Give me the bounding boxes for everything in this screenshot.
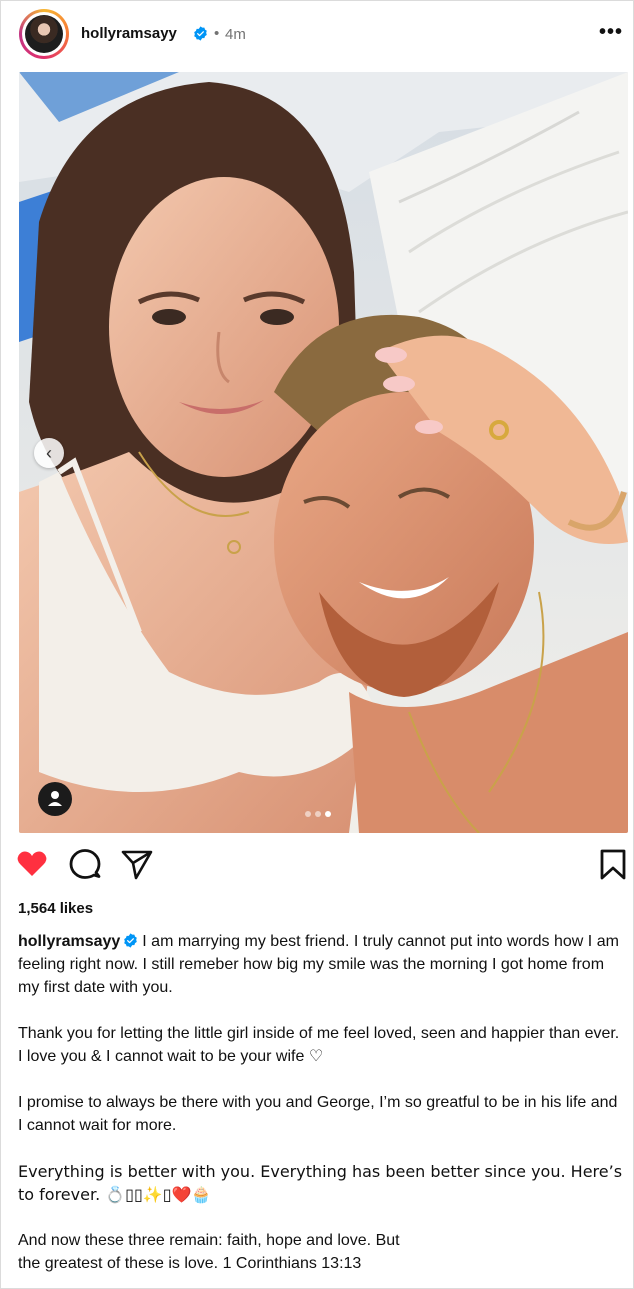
carousel-dot	[305, 811, 311, 817]
post-card: hollyramsayy • 4m ••• ‹ 1,564 likes holl…	[0, 0, 634, 1289]
username-link[interactable]: hollyramsayy	[81, 25, 177, 42]
caption-paragraph: Thank you for letting the little girl in…	[18, 1025, 620, 1065]
like-count[interactable]: 1,564 likes	[18, 900, 93, 917]
separator-dot: •	[214, 25, 220, 42]
heart-icon[interactable]	[15, 847, 49, 881]
caption-line: And now these three remain: faith, hope …	[18, 1232, 400, 1249]
comment-icon[interactable]	[68, 847, 102, 881]
caption-paragraph: hollyramsayy I am marrying my best friend…	[18, 930, 624, 999]
caption-paragraph: Everything is better with you. Everythin…	[18, 1162, 623, 1204]
verified-badge-icon	[194, 26, 207, 41]
carousel-indicator	[305, 804, 345, 817]
avatar[interactable]	[19, 9, 69, 59]
caption-username[interactable]: hollyramsayy	[18, 933, 120, 950]
verified-badge-icon	[124, 933, 138, 948]
avatar-photo	[25, 15, 63, 53]
user-tag-icon	[48, 791, 62, 806]
carousel-prev-button[interactable]: ‹	[34, 438, 64, 468]
post-header: hollyramsayy • 4m •••	[1, 1, 633, 67]
caption-paragraph: And now these three remain: faith, hope …	[18, 1229, 624, 1275]
post-photo	[19, 72, 628, 833]
caption-line: the greatest of these is love. 1 Corinth…	[18, 1255, 362, 1272]
carousel-dot	[315, 811, 321, 817]
post-timestamp[interactable]: 4m	[225, 26, 246, 43]
action-bar	[1, 847, 633, 887]
avatar-image	[22, 12, 66, 56]
caption-paragraph: I promise to always be there with you an…	[18, 1094, 618, 1134]
tagged-users-button[interactable]	[38, 782, 72, 816]
carousel-dot-active	[325, 811, 331, 817]
post-caption: hollyramsayy I am marrying my best friend…	[18, 930, 624, 1275]
more-options-icon[interactable]: •••	[599, 22, 627, 45]
bookmark-icon[interactable]	[596, 847, 630, 881]
post-image	[19, 72, 628, 833]
share-icon[interactable]	[120, 847, 154, 881]
